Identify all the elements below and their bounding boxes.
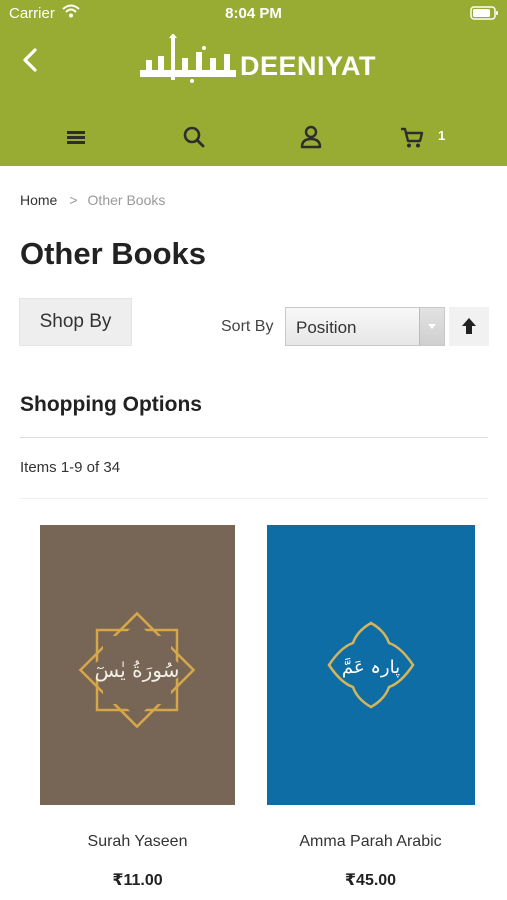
- back-icon[interactable]: [18, 44, 46, 76]
- status-bar: Carrier 8:04 PM: [0, 0, 507, 28]
- product-image[interactable]: پارہ عَمَّ: [267, 525, 475, 805]
- product-name[interactable]: Surah Yaseen: [20, 833, 255, 851]
- cart-icon[interactable]: [397, 122, 427, 152]
- account-icon[interactable]: [296, 122, 326, 152]
- chevron-down-icon: [428, 324, 436, 329]
- breadcrumb-home[interactable]: Home: [20, 192, 57, 208]
- select-arrow: [419, 308, 444, 345]
- cover-title: پارہ عَمَّ: [342, 657, 400, 678]
- items-count: Items 1-9 of 34: [20, 459, 121, 476]
- logo-mark: [140, 34, 236, 83]
- page-title: Other Books: [20, 236, 207, 271]
- breadcrumb: Home > Other Books: [20, 192, 165, 208]
- divider: [20, 498, 488, 499]
- product-price: ₹45.00: [344, 872, 397, 889]
- menu-icon[interactable]: [61, 122, 91, 152]
- logo-text: DEENIYAT: [240, 51, 377, 81]
- status-time: 8:04 PM: [225, 5, 282, 22]
- app-header: Carrier 8:04 PM DEENIYAT 1: [0, 0, 507, 166]
- cover-title: سُورَةُ يٰسٓ: [95, 658, 180, 682]
- sort-by-value: Position: [296, 318, 357, 337]
- shop-by-button[interactable]: Shop By: [19, 298, 132, 346]
- breadcrumb-current: Other Books: [87, 192, 166, 208]
- product-price: ₹11.00: [112, 872, 163, 889]
- cart-count-badge: 1: [438, 128, 446, 143]
- battery-icon: [470, 6, 498, 20]
- sort-by-label: Sort By: [221, 318, 274, 335]
- divider: [20, 437, 488, 438]
- sort-by-select[interactable]: Position: [285, 307, 445, 346]
- arrow-up-icon: [462, 318, 476, 334]
- search-icon[interactable]: [179, 122, 209, 152]
- product-name[interactable]: Amma Parah Arabic: [253, 833, 488, 851]
- sort-direction-button[interactable]: [449, 307, 489, 346]
- shopping-options-heading[interactable]: Shopping Options: [20, 393, 202, 417]
- deeniyat-logo[interactable]: DEENIYAT: [138, 34, 376, 84]
- breadcrumb-separator: >: [69, 192, 78, 208]
- product-image[interactable]: سُورَةُ يٰسٓ: [40, 525, 235, 805]
